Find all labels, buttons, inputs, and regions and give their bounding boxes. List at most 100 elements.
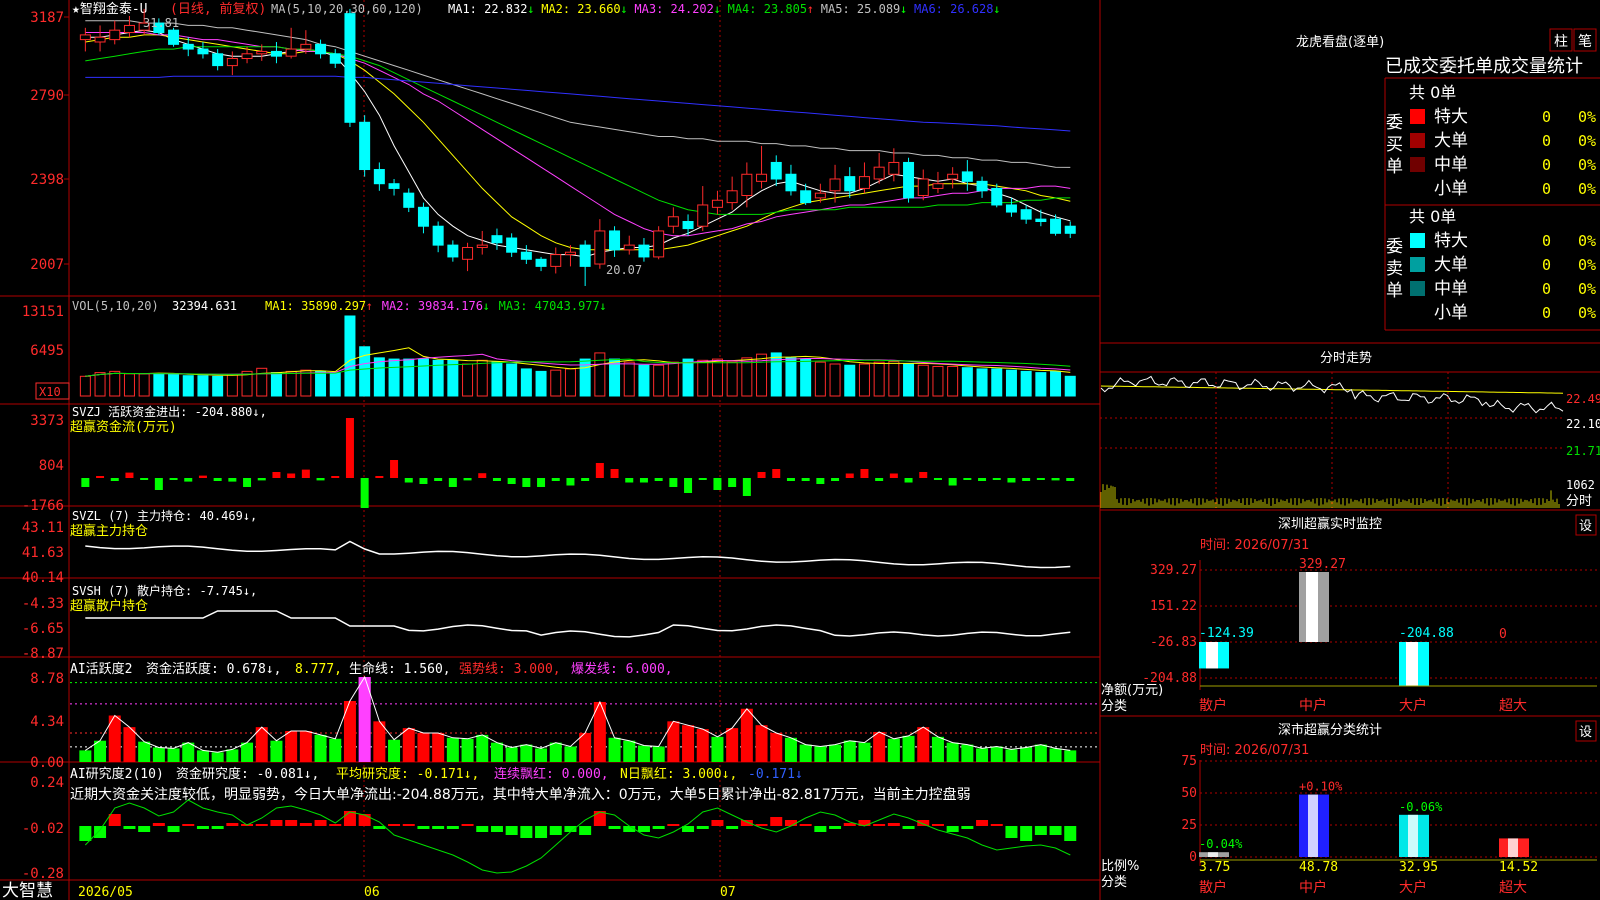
ma-label-2: MA2: 23.660 bbox=[541, 2, 620, 16]
realtime-y-tick: -26.83 bbox=[1150, 635, 1197, 650]
high-price-label: 31.81 bbox=[143, 16, 179, 30]
fund-flow-bar bbox=[551, 478, 560, 481]
volume-bar bbox=[344, 315, 356, 397]
activity-bar bbox=[726, 728, 739, 762]
svzl-subtitle: 超赢主力持仓 bbox=[70, 523, 148, 539]
fund-flow-bar bbox=[625, 478, 634, 483]
fund-flow-panel[interactable]: SVZJ 活跃资金进出: -204.880↓, 超赢资金流(万元) 3373 80… bbox=[22, 404, 1075, 514]
svsh-y-tick: -8.87 bbox=[22, 646, 64, 662]
order-row-value: 0 bbox=[1542, 156, 1551, 174]
candle-body bbox=[344, 13, 356, 123]
fund-flow-bar bbox=[1066, 478, 1075, 481]
activity-bar bbox=[858, 742, 871, 762]
activity-bar bbox=[1064, 750, 1077, 762]
realtime-monitor-panel[interactable]: 深圳超赢实时监控 设 时间: 2026/07/31 329.27 151.22 -2… bbox=[1101, 514, 1597, 714]
realtime-bar-group bbox=[1299, 572, 1329, 642]
activity-bar bbox=[1005, 749, 1018, 762]
volume-bar bbox=[682, 358, 694, 397]
activity-bar bbox=[829, 744, 842, 762]
activity-burst-cap bbox=[358, 677, 371, 707]
order-row-value: 0 bbox=[1542, 280, 1551, 298]
candle-body bbox=[123, 24, 135, 34]
category-value-label: 32.95 bbox=[1399, 860, 1438, 875]
ai-activity-panel[interactable]: AI活跃度2 资金活跃度: 0.678↓, 8.777, 生命线: 1.560,… bbox=[30, 661, 1100, 771]
fund-flow-bar bbox=[140, 478, 149, 480]
order-row-value: 0 bbox=[1542, 108, 1551, 126]
intraday-panel[interactable]: 分时走势 22.49 22.10 21.71 1062 分时 bbox=[1100, 350, 1600, 509]
research-bar bbox=[520, 826, 533, 838]
research-bar bbox=[549, 826, 562, 835]
fund-flow-bar bbox=[272, 472, 281, 478]
order-stats-panel[interactable]: 龙虎看盘(逐单) 柱 笔 已成交委托单成交量统计 共 0单 共 0单 委买单 委… bbox=[1296, 28, 1597, 323]
fund-flow-bar bbox=[875, 478, 884, 481]
candle-body bbox=[800, 190, 812, 204]
activity-bar bbox=[476, 734, 489, 762]
kline-y-axis: 3187 2790 2398 2007 bbox=[30, 10, 69, 273]
ai1-title: AI活跃度2 bbox=[70, 661, 132, 677]
activity-bar bbox=[902, 735, 915, 762]
research-bar bbox=[329, 824, 342, 826]
buy-side-label: 委买单 bbox=[1386, 113, 1403, 177]
candle-body bbox=[667, 216, 679, 227]
ai1-y-tick: 0.00 bbox=[30, 755, 64, 771]
candle-body bbox=[403, 192, 415, 208]
intraday-price-high: 22.49 bbox=[1566, 392, 1600, 406]
research-bar bbox=[299, 823, 312, 826]
svzl-label: SVZL (7) 主力持仓: 40.469↓, bbox=[72, 508, 257, 523]
ma-arrow-5: ↓ bbox=[900, 2, 907, 16]
svzl-y-tick: 41.63 bbox=[22, 545, 64, 561]
volume-bar bbox=[256, 367, 268, 397]
category-value-label: 14.52 bbox=[1499, 860, 1538, 875]
candle-body bbox=[226, 58, 238, 67]
category-change-label: -0.06% bbox=[1399, 800, 1443, 814]
ai-research-panel[interactable]: AI研究度2(10) 资金研究度: -0.081↓, 平均研究度: -0.171… bbox=[22, 766, 1077, 882]
main-position-panel[interactable]: SVZL (7) 主力持仓: 40.469↓, 超赢主力持仓 43.11 41.6… bbox=[22, 508, 1071, 586]
candle-body bbox=[1050, 218, 1062, 234]
svzj-label: SVZJ 活跃资金进出: -204.880↓, bbox=[72, 404, 267, 419]
order-row-percent: 0% bbox=[1578, 108, 1596, 126]
candle-body bbox=[506, 237, 518, 253]
realtime-value-label: 329.27 bbox=[1299, 557, 1346, 572]
volume-bar bbox=[226, 374, 238, 397]
realtime-y-tick: 329.27 bbox=[1150, 563, 1197, 578]
research-bar bbox=[182, 824, 195, 826]
category-y-tick: 75 bbox=[1181, 754, 1197, 769]
ma-arrow-2: ↓ bbox=[620, 2, 627, 16]
category-y-axis: 75 50 25 0 bbox=[1181, 754, 1597, 866]
research-bar bbox=[314, 820, 327, 826]
activity-bar bbox=[564, 746, 577, 762]
fund-flow-bar bbox=[698, 478, 707, 480]
category-stats-panel[interactable]: 深市超赢分类统计 设 时间: 2026/07/31 75 50 25 0 -0.04%… bbox=[1101, 720, 1597, 896]
volume-bar bbox=[520, 368, 532, 397]
candle-body bbox=[829, 178, 841, 192]
volume-bar bbox=[182, 375, 194, 397]
activity-bar bbox=[814, 746, 827, 762]
research-bar bbox=[108, 814, 121, 826]
side-label-char: 单 bbox=[1386, 157, 1403, 177]
activity-bar bbox=[711, 736, 724, 762]
order-row-value: 0 bbox=[1542, 180, 1551, 198]
category-y-tick: 50 bbox=[1181, 786, 1197, 801]
realtime-value-label: 0 bbox=[1499, 627, 1507, 642]
volume-panel[interactable]: VOL(5,10,20) 32394.631 MA1: 35890.297 ↑ MA… bbox=[22, 299, 1076, 400]
candle-body bbox=[359, 121, 371, 171]
research-bar bbox=[1020, 826, 1033, 841]
fund-flow-bar bbox=[728, 478, 737, 487]
tick-view-label: 笔 bbox=[1578, 34, 1592, 50]
volume-bar bbox=[212, 375, 224, 397]
ai-activity-y-axis: 8.78 4.34 0.00 bbox=[30, 671, 64, 771]
research-bar bbox=[211, 826, 224, 829]
volume-bar bbox=[359, 346, 371, 397]
intraday-volume-max: 1062 bbox=[1566, 478, 1595, 492]
fund-flow-bar bbox=[963, 478, 972, 480]
volume-bar bbox=[917, 364, 929, 397]
svzj-subtitle: 超赢资金流(万元) bbox=[70, 419, 177, 435]
kline-panel[interactable]: ★智翔金泰-U (日线, 前复权) MA(5,10,20,30,60,120) … bbox=[30, 1, 1076, 286]
realtime-category-label: 散户 bbox=[1199, 697, 1227, 714]
ai-research-line bbox=[84, 799, 1071, 874]
retail-position-y-axis: -4.33 -6.65 -8.87 bbox=[22, 596, 64, 662]
volume-bar bbox=[888, 361, 900, 397]
retail-position-panel[interactable]: SVSH (7) 散户持仓: -7.745↓, 超赢散户持仓 -4.33 -6.6… bbox=[22, 583, 1071, 662]
realtime-category-label: 中户 bbox=[1299, 697, 1327, 714]
order-row-name: 中单 bbox=[1434, 155, 1468, 175]
